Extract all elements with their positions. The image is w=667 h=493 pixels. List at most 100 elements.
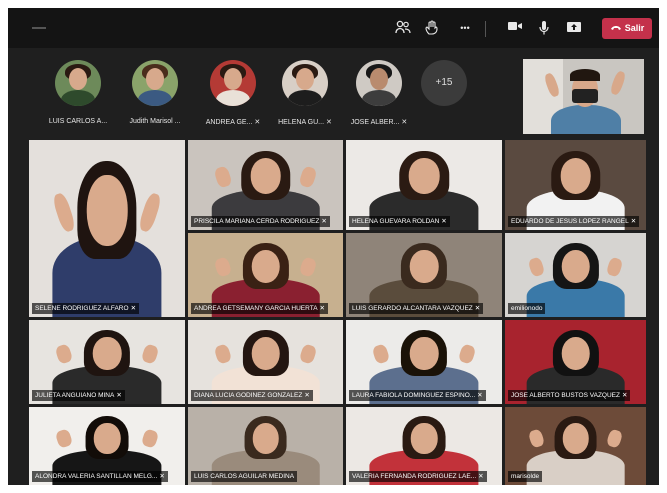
- participant-avatar-item[interactable]: HELENA GU... ✕: [270, 60, 340, 130]
- participant-name: LUIS CARLOS AGUILAR MEDINA: [194, 473, 295, 480]
- participant-name-label: ANDREA GETSEMANY GARCIA HUERTA ✕: [191, 303, 328, 314]
- leave-button-label: Salir: [624, 23, 645, 33]
- participant-face: [92, 336, 122, 371]
- participant-strip: LUIS CARLOS A... Judith Marisol ... ANDR…: [8, 48, 659, 140]
- participant-face: [251, 336, 280, 371]
- teams-meeting-window: ••• Salir LUIS CARLOS A... Judith Mariso…: [8, 8, 659, 485]
- raise-hand-icon[interactable]: [421, 18, 443, 38]
- participant-face: [250, 158, 281, 194]
- mic-off-icon: ✕: [159, 473, 165, 480]
- mic-icon[interactable]: [533, 18, 555, 38]
- participant-face: [93, 422, 121, 454]
- participant-name-label: LUIS GERARDO ALCANTARA VAZQUEZ ✕: [349, 303, 484, 314]
- menu-icon[interactable]: [32, 27, 46, 29]
- mic-off-icon: ✕: [630, 218, 637, 225]
- participant-video-tile[interactable]: ALONDRA VALERIA SANTILLAN MELG... ✕: [29, 407, 185, 485]
- participant-avatar-item[interactable]: Judith Marisol ...: [120, 60, 190, 130]
- participant-name: HELENA GUEVARA ROLDAN: [352, 218, 440, 225]
- participant-face: [408, 158, 440, 194]
- mic-off-icon: ✕: [130, 305, 137, 312]
- participant-avatar-item[interactable]: ANDREA GE... ✕: [198, 60, 268, 130]
- participant-video-tile[interactable]: JULIETA ANGUIANO MINA ✕: [29, 320, 185, 404]
- participant-name: LUIS CARLOS A...: [48, 118, 108, 125]
- participant-name: Judith Marisol ...: [129, 118, 181, 125]
- mic-off-icon: ✕: [441, 218, 447, 225]
- mic-off-icon: ✕: [321, 218, 327, 225]
- meeting-toolbar: ••• Salir: [8, 8, 659, 48]
- people-icon[interactable]: [392, 18, 414, 38]
- participant-name: JOSE ALBER... ✕: [350, 119, 408, 126]
- participant-name-label: emilionodo: [508, 303, 546, 314]
- mic-off-icon: ✕: [304, 392, 310, 399]
- participant-name: ANDREA GETSEMANY GARCIA HUERTA: [194, 305, 318, 312]
- participant-face: [562, 422, 589, 454]
- phone-icon: [610, 18, 622, 39]
- mic-off-icon: ✕: [621, 392, 628, 399]
- participant-name-label: LUIS CARLOS AGUILAR MEDINA: [191, 471, 298, 482]
- participant-face: [86, 175, 128, 247]
- participant-face: [251, 249, 280, 284]
- participant-video-tile[interactable]: JOSE ALBERTO BUSTOS VAZQUEZ ✕: [505, 320, 646, 404]
- participant-face: [409, 336, 439, 371]
- participant-video-tile[interactable]: LAURA FABIOLA DOMINGUEZ ESPINO... ✕: [346, 320, 502, 404]
- participant-name: JOSE ALBERTO BUSTOS VAZQUEZ: [511, 392, 620, 399]
- video-grid: SELENE RODRIGUEZ ALFARO ✕ PRISCILA MARIANA…: [29, 140, 659, 485]
- participant-name: HELENA GU... ✕: [278, 119, 332, 126]
- participant-face: [252, 422, 279, 454]
- participant-name-label: marisolde: [508, 471, 543, 482]
- more-icon[interactable]: •••: [454, 18, 476, 38]
- mic-off-icon: ✕: [254, 119, 261, 126]
- participant-name-label: DIANA LUCIA GODINEZ GONZALEZ ✕: [191, 390, 313, 401]
- participant-name-label: JOSE ALBERTO BUSTOS VAZQUEZ ✕: [508, 390, 631, 401]
- avatar: [356, 60, 402, 106]
- participant-name-label: HELENA GUEVARA ROLDAN ✕: [349, 216, 450, 227]
- mic-off-icon: ✕: [326, 119, 332, 126]
- participant-name: emilionodo: [511, 305, 543, 312]
- mic-off-icon: ✕: [477, 392, 483, 399]
- participant-name-label: EDUARDO DE JESUS LOPEZ RANGEL ✕: [508, 216, 640, 227]
- avatar: [132, 60, 178, 106]
- participant-name-label: JULIETA ANGUIANO MINA ✕: [32, 390, 125, 401]
- avatar: [282, 60, 328, 106]
- participant-video-tile[interactable]: emilionodo: [505, 233, 646, 317]
- mic-off-icon: ✕: [319, 305, 325, 312]
- participant-video-tile[interactable]: HELENA GUEVARA ROLDAN ✕: [346, 140, 502, 230]
- participant-name-label: VALERIA FERNANDA RODRIGUEZ LAE... ✕: [349, 471, 487, 482]
- participant-video-tile[interactable]: PRISCILA MARIANA CERDA RODRIGUEZ ✕: [188, 140, 343, 230]
- participant-name-label: PRISCILA MARIANA CERDA RODRIGUEZ ✕: [191, 216, 330, 227]
- participant-video-tile[interactable]: VALERIA FERNANDA RODRIGUEZ LAE... ✕: [346, 407, 502, 485]
- toolbar-divider: [485, 21, 486, 37]
- avatar: [210, 60, 256, 106]
- participant-name: LAURA FABIOLA DOMINGUEZ ESPINO...: [352, 392, 476, 399]
- participant-video-tile[interactable]: ANDREA GETSEMANY GARCIA HUERTA ✕: [188, 233, 343, 317]
- participant-face: [410, 422, 438, 454]
- participant-name: ALONDRA VALERIA SANTILLAN MELG...: [35, 473, 158, 480]
- overflow-participants-badge[interactable]: +15: [421, 60, 467, 106]
- participant-video-tile[interactable]: LUIS GERARDO ALCANTARA VAZQUEZ ✕: [346, 233, 502, 317]
- participant-name-label: ALONDRA VALERIA SANTILLAN MELG... ✕: [32, 471, 168, 482]
- participant-video-tile[interactable]: marisolde: [505, 407, 646, 485]
- participant-face: [561, 249, 590, 284]
- participant-name: SELENE RODRIGUEZ ALFARO: [35, 305, 129, 312]
- participant-face: [560, 158, 591, 194]
- mic-off-icon: ✕: [474, 305, 481, 312]
- participant-video-tile[interactable]: DIANA LUCIA GODINEZ GONZALEZ ✕: [188, 320, 343, 404]
- camera-icon[interactable]: [504, 18, 526, 38]
- participant-name: VALERIA FERNANDA RODRIGUEZ LAE...: [352, 473, 477, 480]
- participant-video-tile[interactable]: SELENE RODRIGUEZ ALFARO ✕: [29, 140, 185, 317]
- participant-name: marisolde: [511, 473, 540, 480]
- participant-name: JULIETA ANGUIANO MINA: [35, 392, 115, 399]
- participant-avatar-item[interactable]: JOSE ALBER... ✕: [344, 60, 414, 130]
- participant-video-tile[interactable]: EDUARDO DE JESUS LOPEZ RANGEL ✕: [505, 140, 646, 230]
- mic-off-icon: ✕: [401, 119, 408, 126]
- participant-name: DIANA LUCIA GODINEZ GONZALEZ: [194, 392, 303, 399]
- participant-avatar-item[interactable]: LUIS CARLOS A...: [43, 60, 113, 130]
- participant-name: PRISCILA MARIANA CERDA RODRIGUEZ: [194, 218, 320, 225]
- participant-video-tile[interactable]: LUIS CARLOS AGUILAR MEDINA: [188, 407, 343, 485]
- self-video-preview[interactable]: [523, 59, 644, 134]
- avatar: [55, 60, 101, 106]
- mic-off-icon: ✕: [116, 392, 122, 399]
- participant-face: [561, 336, 590, 371]
- leave-button[interactable]: Salir: [602, 18, 652, 39]
- share-icon[interactable]: [563, 18, 585, 38]
